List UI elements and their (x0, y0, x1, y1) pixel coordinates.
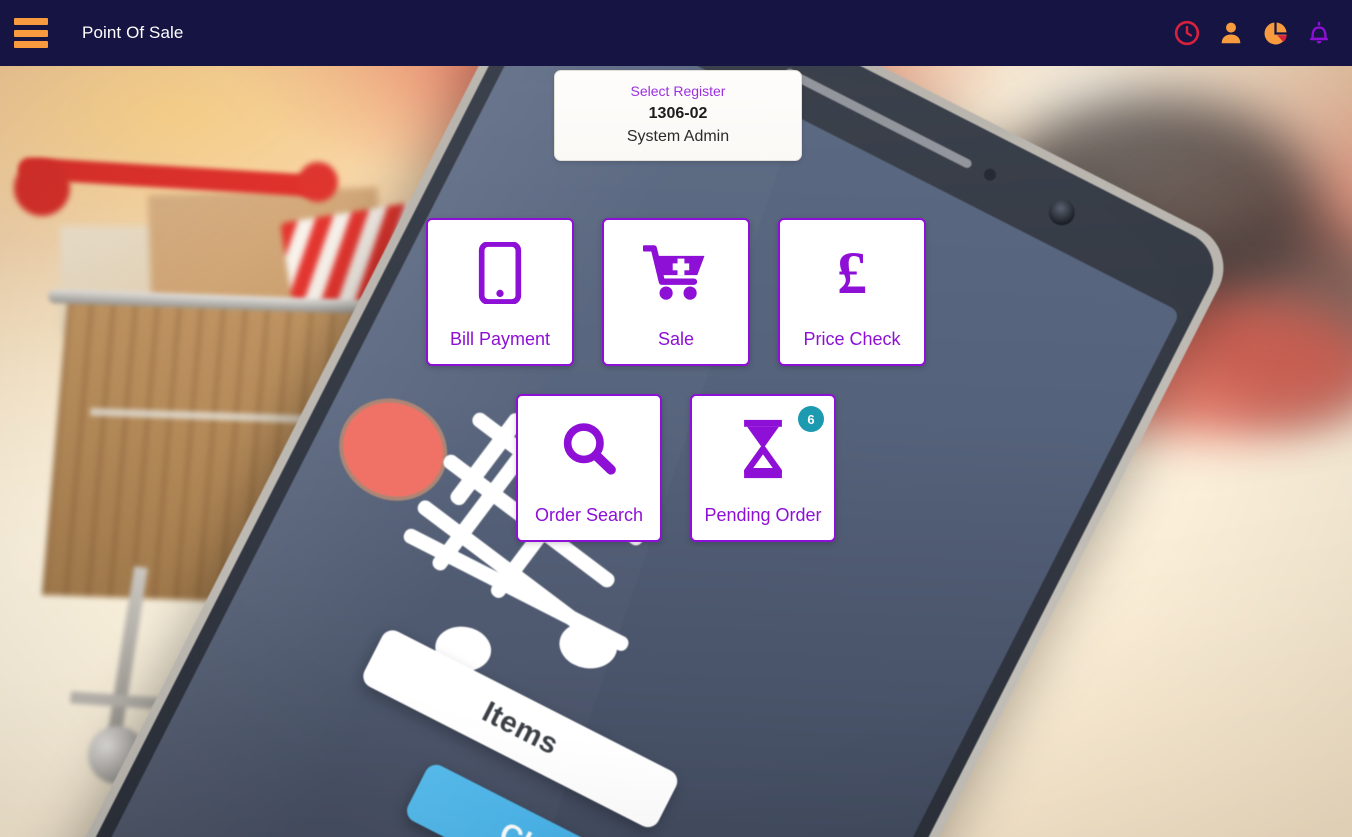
bell-icon[interactable] (1304, 18, 1334, 48)
user-icon[interactable] (1216, 18, 1246, 48)
point-of-sale-app: 10:18 Items (0, 0, 1352, 837)
tile-order-search[interactable]: Order Search (516, 394, 662, 542)
hamburger-bar (14, 29, 48, 37)
register-user-name: System Admin (626, 128, 730, 145)
tile-pending-order[interactable]: 6 Pending Order (690, 394, 836, 542)
tile-row-secondary: Order Search 6 Pending Order (0, 394, 1352, 542)
tile-label: Order Search (534, 505, 644, 525)
tile-sale[interactable]: Sale (602, 218, 750, 366)
hamburger-bar (14, 41, 48, 48)
magnifier-icon (560, 418, 618, 480)
tile-row-primary: Bill Payment Sale £ Price Check (0, 218, 1352, 366)
tile-label: Pending Order (704, 505, 822, 525)
select-register-panel[interactable]: Select Register 1306-02 System Admin (554, 70, 802, 161)
hourglass-icon (740, 418, 786, 480)
pound-glyph: £ (837, 240, 867, 306)
hamburger-bar (14, 18, 48, 25)
main-content: Select Register 1306-02 System Admin Bil… (0, 66, 1352, 837)
clock-icon[interactable] (1172, 18, 1202, 48)
pound-sterling-icon: £ (837, 242, 867, 304)
tile-bill-payment[interactable]: Bill Payment (426, 218, 574, 366)
top-navigation-bar: Point Of Sale (0, 0, 1352, 66)
page-title: Point Of Sale (82, 23, 184, 42)
tile-label: Price Check (803, 329, 901, 349)
topbar-icon-group (1172, 18, 1334, 48)
action-tile-grid: Bill Payment Sale £ Price Check Order Se… (0, 218, 1352, 542)
tile-price-check[interactable]: £ Price Check (778, 218, 926, 366)
pie-chart-icon[interactable] (1260, 18, 1290, 48)
pending-order-count-badge: 6 (798, 406, 824, 432)
mobile-phone-icon (477, 242, 523, 304)
cart-plus-icon (643, 242, 709, 304)
register-code: 1306-02 (648, 105, 708, 122)
tile-label: Bill Payment (449, 329, 551, 349)
hamburger-menu-icon[interactable] (14, 18, 48, 48)
select-register-label: Select Register (630, 83, 726, 99)
tile-label: Sale (657, 329, 695, 349)
